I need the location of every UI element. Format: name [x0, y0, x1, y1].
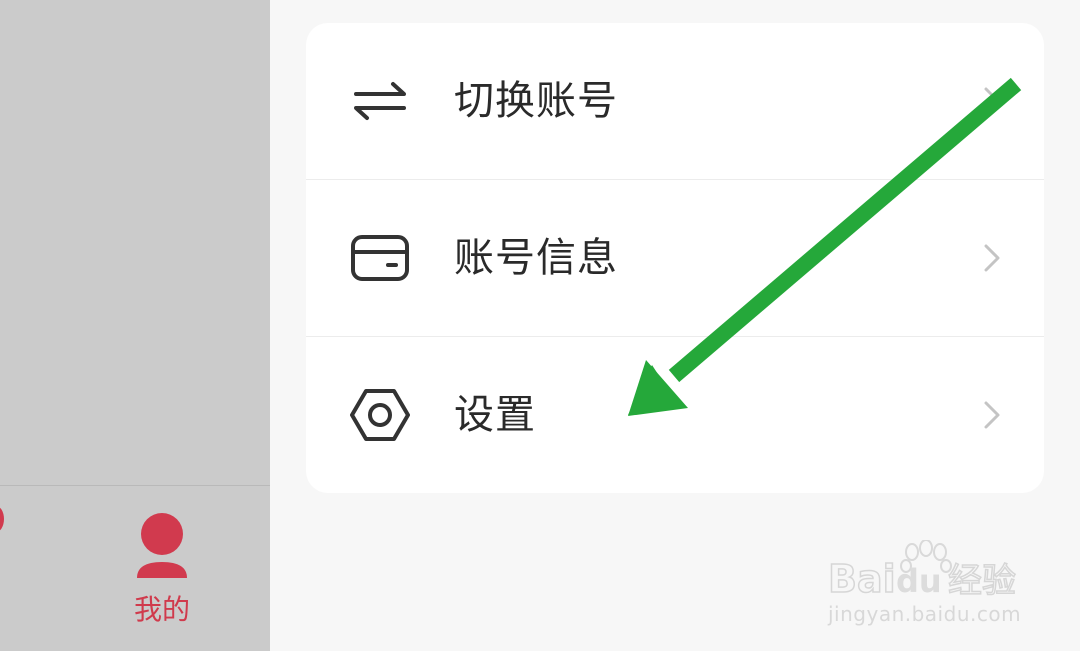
hexagon-settings-icon [350, 389, 410, 441]
watermark-url: jingyan.baidu.com [828, 602, 1022, 626]
menu-item-settings[interactable]: 设置 [306, 337, 1044, 493]
watermark: Bai du 经验 jingyan.baidu.com [826, 540, 1036, 630]
dimmed-background[interactable]: 我的 [0, 0, 270, 651]
svg-text:Bai: Bai [828, 557, 896, 601]
baidu-jingyan-logo: Bai du 经验 [827, 540, 1017, 602]
menu-card: 切换账号 账号信息 设置 [306, 23, 1044, 493]
swap-arrows-icon [354, 82, 406, 120]
bottom-nav-divider [0, 485, 270, 486]
menu-item-account-info[interactable]: 账号信息 [306, 180, 1044, 336]
chevron-right-icon [984, 401, 1000, 429]
menu-item-label: 账号信息 [454, 235, 618, 281]
svg-text:du: du [896, 562, 942, 600]
menu-item-switch-account[interactable]: 切换账号 [306, 23, 1044, 179]
chevron-right-icon [984, 87, 1000, 115]
menu-item-label: 切换账号 [454, 78, 618, 124]
person-icon [137, 513, 187, 578]
tab-mine-label: 我的 [133, 593, 190, 626]
screen: 我的 切换账号 账号信息 设置 Bai du 经验 jingyan.baidu.… [0, 0, 1080, 651]
notification-badge [0, 506, 4, 532]
chevron-right-icon [984, 244, 1000, 272]
menu-item-label: 设置 [454, 392, 536, 438]
svg-text:经验: 经验 [948, 561, 1016, 601]
card-icon [351, 235, 409, 281]
tab-mine[interactable]: 我的 [112, 508, 212, 628]
